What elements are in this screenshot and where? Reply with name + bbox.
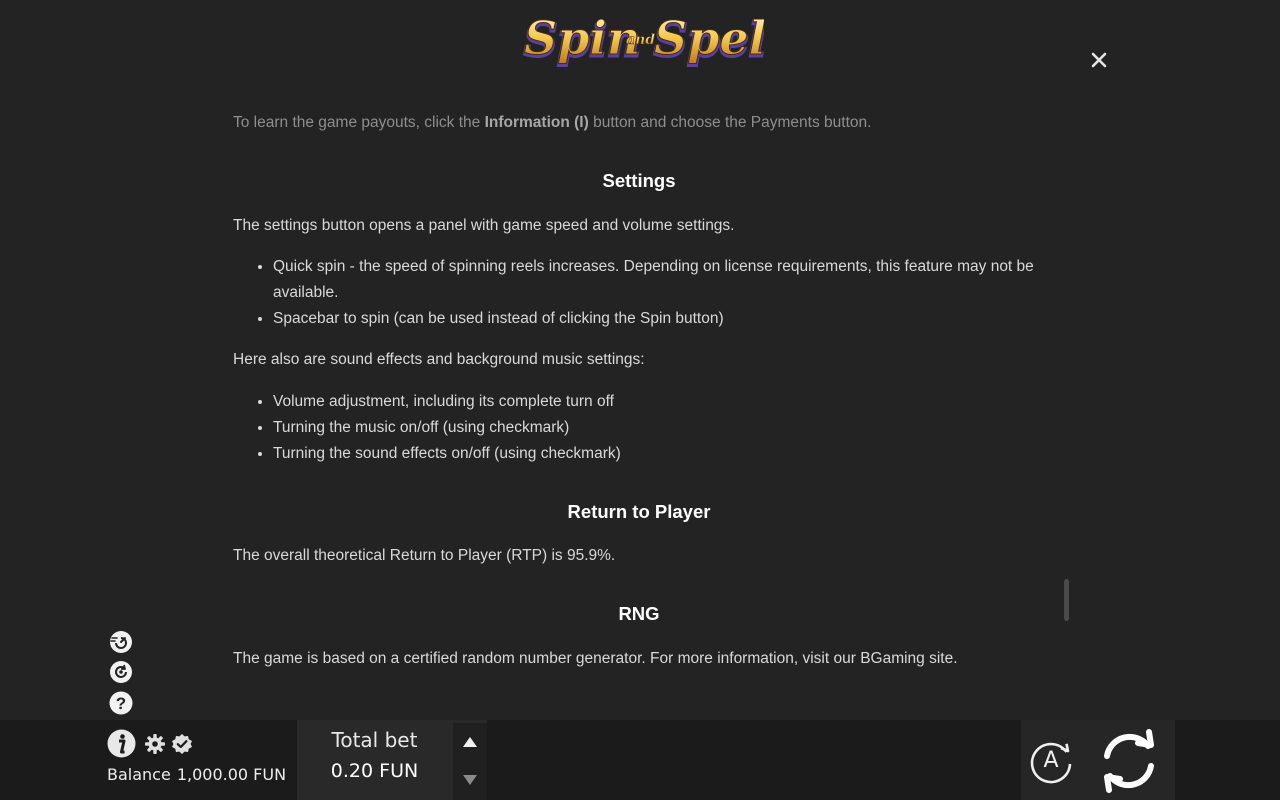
- close-icon[interactable]: [1086, 47, 1112, 73]
- rules-content: To learn the game payouts, click the Inf…: [233, 110, 1045, 672]
- settings-heading: Settings: [602, 170, 676, 191]
- sound-list: Volume adjustment, including its complet…: [233, 389, 1045, 467]
- quick-spin-icon[interactable]: [107, 628, 135, 656]
- svg-text:?: ?: [116, 694, 126, 713]
- list-item: Quick spin - the speed of spinning reels…: [273, 254, 1045, 306]
- total-bet-value: 0.20 FUN: [330, 760, 419, 782]
- bet-decrease-icon[interactable]: [460, 772, 480, 788]
- rng-heading: RNG: [618, 603, 660, 624]
- balance-display: Balance 1,000.00 FUN: [107, 765, 286, 784]
- balance-value: 1,000.00 FUN: [176, 765, 287, 784]
- game-logo: Spin Spin and Spell Spell: [523, 11, 765, 69]
- help-icon[interactable]: ?: [107, 689, 135, 717]
- rtp-heading: Return to Player: [567, 501, 711, 522]
- bet-increase-icon[interactable]: [460, 734, 480, 750]
- svg-text:and: and: [626, 32, 655, 48]
- payouts-note: To learn the game payouts, click the Inf…: [233, 114, 872, 131]
- balance-label: Balance: [107, 765, 171, 784]
- autoplay-label: A: [1043, 748, 1059, 773]
- replay-icon[interactable]: [107, 658, 135, 686]
- autoplay-button[interactable]: A: [1026, 736, 1076, 786]
- list-item: Turning the music on/off (using checkmar…: [273, 415, 1045, 441]
- verified-badge-icon[interactable]: [171, 733, 193, 755]
- rtp-text: The overall theoretical Return to Player…: [233, 547, 616, 564]
- total-bet-label: Total bet: [331, 728, 418, 752]
- scrollbar[interactable]: [1064, 579, 1069, 621]
- settings-list: Quick spin - the speed of spinning reels…: [233, 254, 1045, 332]
- list-item: Volume adjustment, including its complet…: [273, 389, 1045, 415]
- settings-intro: The settings button opens a panel with g…: [233, 217, 735, 234]
- info-icon[interactable]: [106, 728, 137, 759]
- spin-icon[interactable]: [1094, 726, 1164, 796]
- svg-text:Spell: Spell: [654, 11, 764, 65]
- list-item: Turning the sound effects on/off (using …: [273, 441, 1045, 467]
- sound-intro: Here also are sound effects and backgrou…: [233, 351, 645, 368]
- rng-text: The game is based on a certified random …: [233, 650, 958, 667]
- list-item: Spacebar to spin (can be used instead of…: [273, 306, 1045, 332]
- gear-icon[interactable]: [144, 733, 166, 755]
- svg-text:Spin: Spin: [524, 11, 640, 65]
